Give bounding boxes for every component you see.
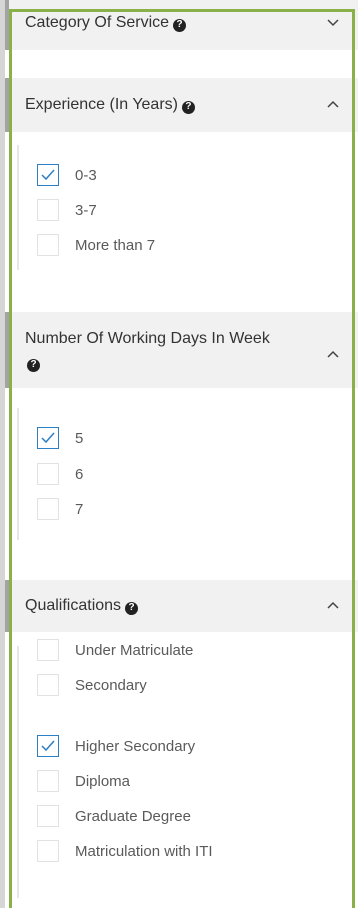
left-scroll-edge xyxy=(0,0,5,908)
highlight-frame xyxy=(9,9,355,908)
